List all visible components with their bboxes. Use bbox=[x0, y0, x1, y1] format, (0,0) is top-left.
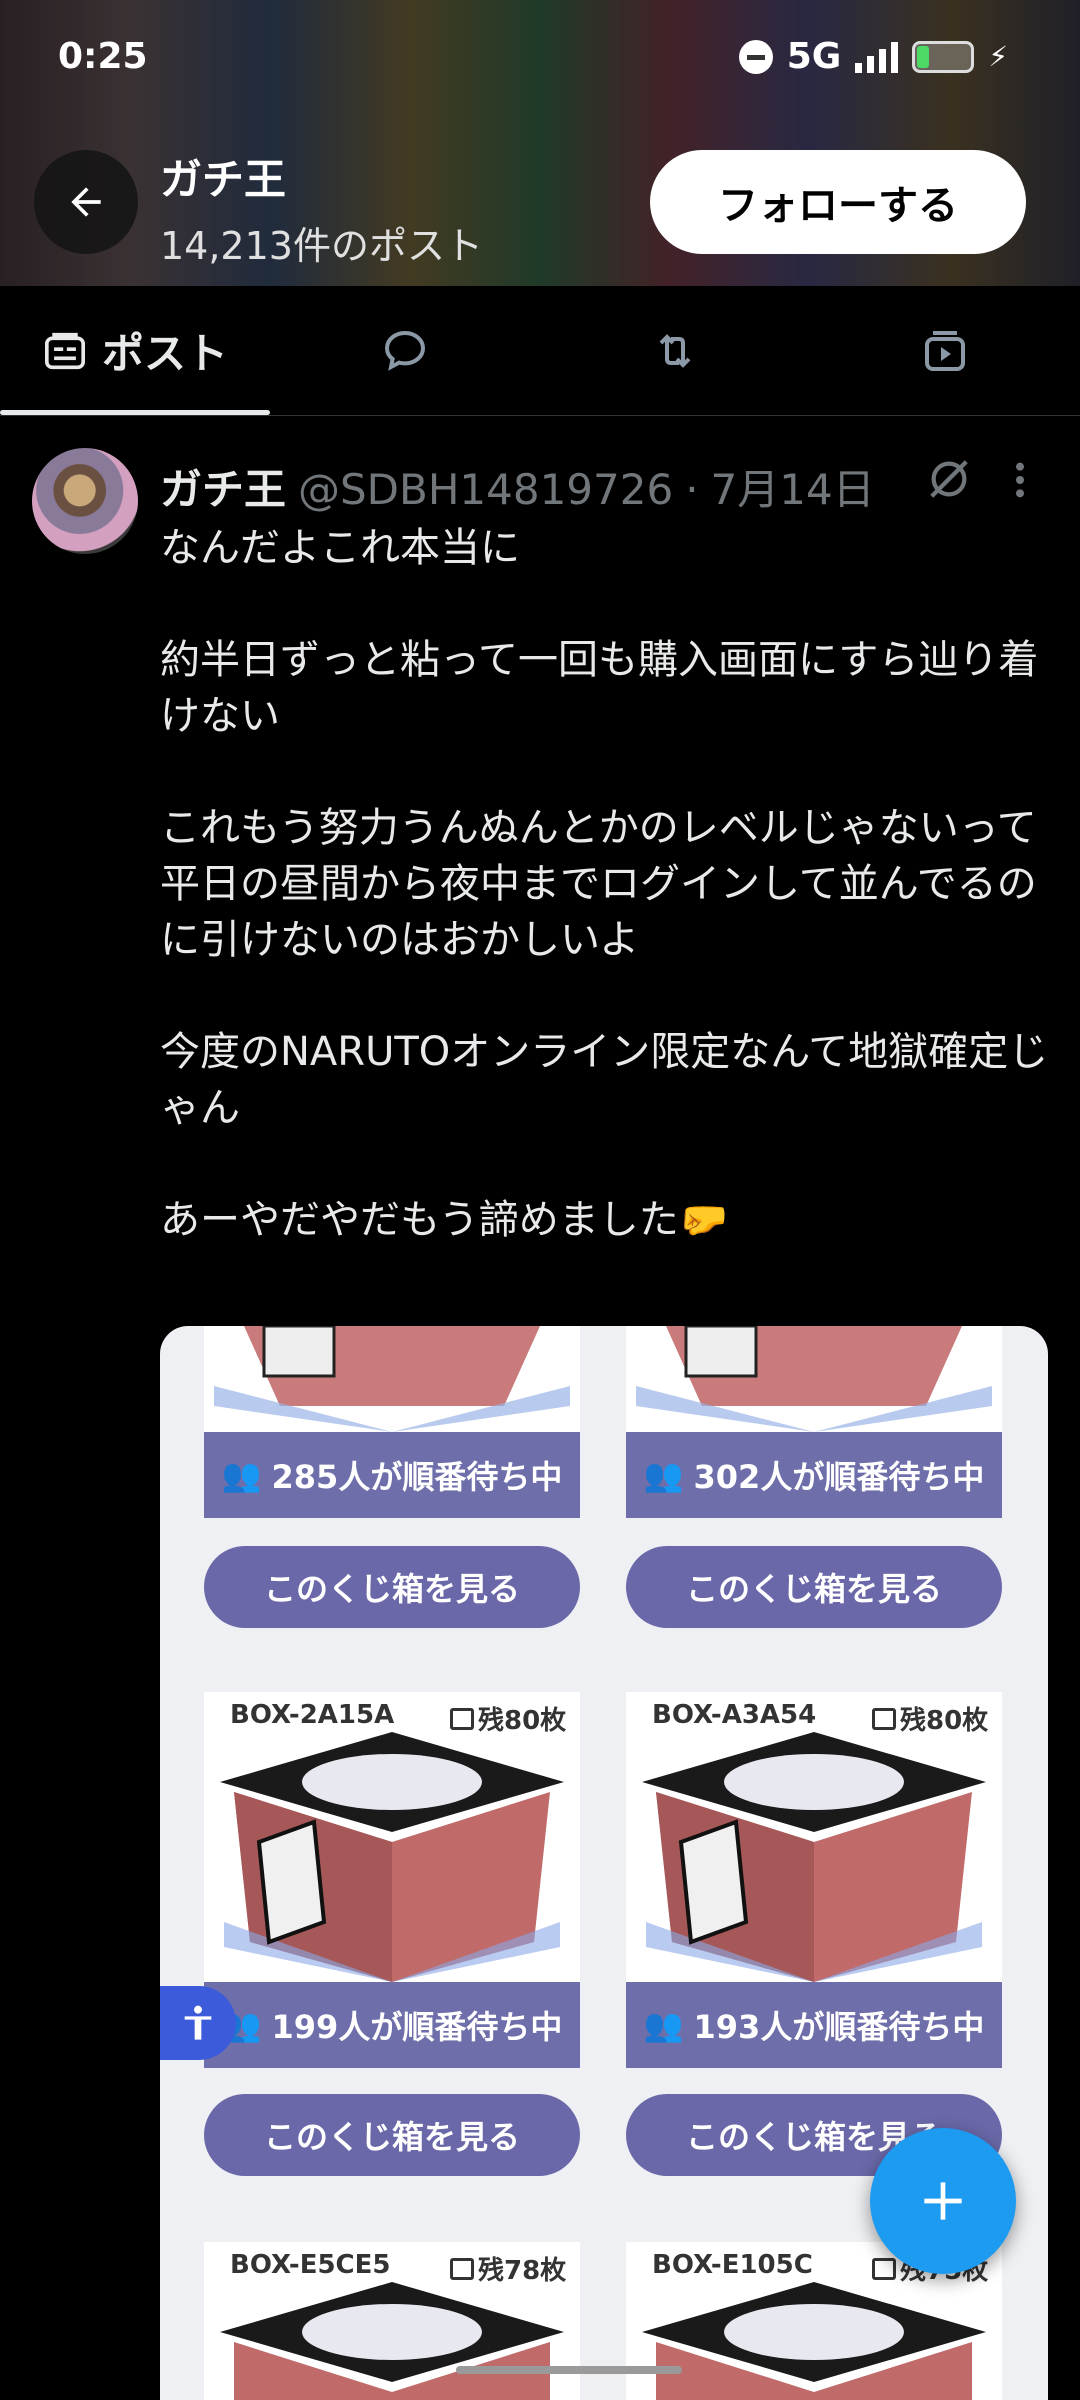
post-line: 約半日ずっと粘って一回も購入画面にすら辿り着けない bbox=[160, 637, 1039, 739]
home-indicator[interactable] bbox=[456, 2366, 682, 2374]
follow-button[interactable]: フォローする bbox=[650, 150, 1026, 254]
queue-status: 👥 285人が順番待ち中 bbox=[204, 1432, 580, 1518]
more-options-icon[interactable] bbox=[1012, 460, 1028, 504]
box-id: BOX-E105C bbox=[652, 2250, 813, 2280]
remaining-count: 残80枚 bbox=[450, 1700, 566, 1737]
avatar[interactable] bbox=[32, 448, 138, 554]
signal-icon bbox=[855, 41, 899, 73]
remaining-count: 残80枚 bbox=[872, 1700, 988, 1737]
post-line: 今度のNARUTOオンライン限定なんて地獄確定じゃん bbox=[160, 1029, 1049, 1131]
compose-button[interactable] bbox=[870, 2128, 1016, 2274]
queue-status: 👥 193人が順番待ち中 bbox=[626, 1982, 1002, 2068]
accessibility-icon bbox=[184, 2005, 212, 2040]
tab-media[interactable] bbox=[810, 286, 1080, 415]
queue-status: 👥 302人が順番待ち中 bbox=[626, 1432, 1002, 1518]
post-date[interactable]: 7月14日 bbox=[711, 456, 875, 517]
post-line: なんだよこれ本当に bbox=[160, 525, 520, 571]
queue-status: 👥 199人が順番待ち中 bbox=[204, 1982, 580, 2068]
users-icon: 👥 bbox=[643, 2006, 684, 2044]
post-text: なんだよこれ本当に 約半日ずっと粘って一回も購入画面にすら辿り着けない これもう… bbox=[160, 520, 1050, 1248]
box-id: BOX-2A15A bbox=[230, 1700, 395, 1730]
card-icon bbox=[872, 1707, 896, 1730]
post-author-name[interactable]: ガチ王 bbox=[160, 456, 286, 517]
arrow-left-icon bbox=[71, 187, 101, 217]
view-box-button[interactable]: このくじ箱を見る bbox=[626, 1546, 1002, 1628]
plus-icon bbox=[924, 2182, 962, 2220]
profile-name: ガチ王 bbox=[160, 155, 287, 204]
tab-posts[interactable]: ポスト bbox=[0, 286, 270, 415]
card-icon bbox=[450, 2257, 474, 2280]
charging-icon: ⚡ bbox=[988, 40, 1008, 73]
users-icon: 👥 bbox=[221, 1456, 262, 1494]
lottery-box-image bbox=[626, 1326, 1002, 1432]
box-id: BOX-E5CE5 bbox=[230, 2250, 391, 2280]
post-count: 14,213件のポスト bbox=[160, 224, 483, 268]
remaining-count: 残78枚 bbox=[450, 2250, 566, 2287]
profile-tabs: ポスト bbox=[0, 286, 1080, 416]
do-not-disturb-icon bbox=[738, 39, 773, 74]
battery-icon bbox=[912, 40, 975, 73]
lottery-box-image bbox=[204, 1326, 580, 1432]
status-icons: 5G ⚡ bbox=[738, 36, 1008, 77]
posts-icon bbox=[44, 332, 85, 369]
profile-title-block: ガチ王 14,213件のポスト bbox=[160, 146, 483, 270]
tab-replies[interactable] bbox=[270, 286, 540, 415]
post-line: これもう努力うんぬんとかのレベルじゃないって bbox=[160, 805, 1037, 851]
back-button[interactable] bbox=[34, 150, 138, 254]
view-box-button[interactable]: このくじ箱を見る bbox=[204, 1546, 580, 1628]
box-id: BOX-A3A54 bbox=[652, 1700, 817, 1730]
status-time: 0:25 bbox=[58, 36, 148, 77]
card-icon bbox=[872, 2257, 896, 2280]
post-separator: · bbox=[685, 465, 699, 514]
profile-header: 0:25 5G ⚡ ガチ王 14,213件のポスト フォローする bbox=[0, 0, 1080, 286]
network-label: 5G bbox=[786, 36, 842, 77]
media-icon bbox=[925, 330, 965, 371]
post-handle[interactable]: @SDBH14819726 bbox=[298, 465, 673, 514]
repost-icon bbox=[659, 333, 691, 368]
card-icon bbox=[450, 1707, 474, 1730]
tab-posts-label: ポスト bbox=[101, 329, 228, 378]
accessibility-button[interactable] bbox=[160, 1986, 236, 2060]
grok-icon[interactable] bbox=[926, 456, 972, 506]
tab-reposts[interactable] bbox=[540, 286, 810, 415]
post-line: あーやだやだもう諦めました🤛 bbox=[160, 1197, 729, 1243]
post-header: ガチ王 @SDBH14819726 · 7月14日 bbox=[160, 456, 875, 517]
view-box-button[interactable]: このくじ箱を見る bbox=[204, 2094, 580, 2176]
post-line: 平日の昼間から夜中までログインして並んでるのに引けないのはおかしいよ bbox=[160, 861, 1037, 963]
replies-icon bbox=[384, 330, 426, 371]
users-icon: 👥 bbox=[643, 1456, 684, 1494]
